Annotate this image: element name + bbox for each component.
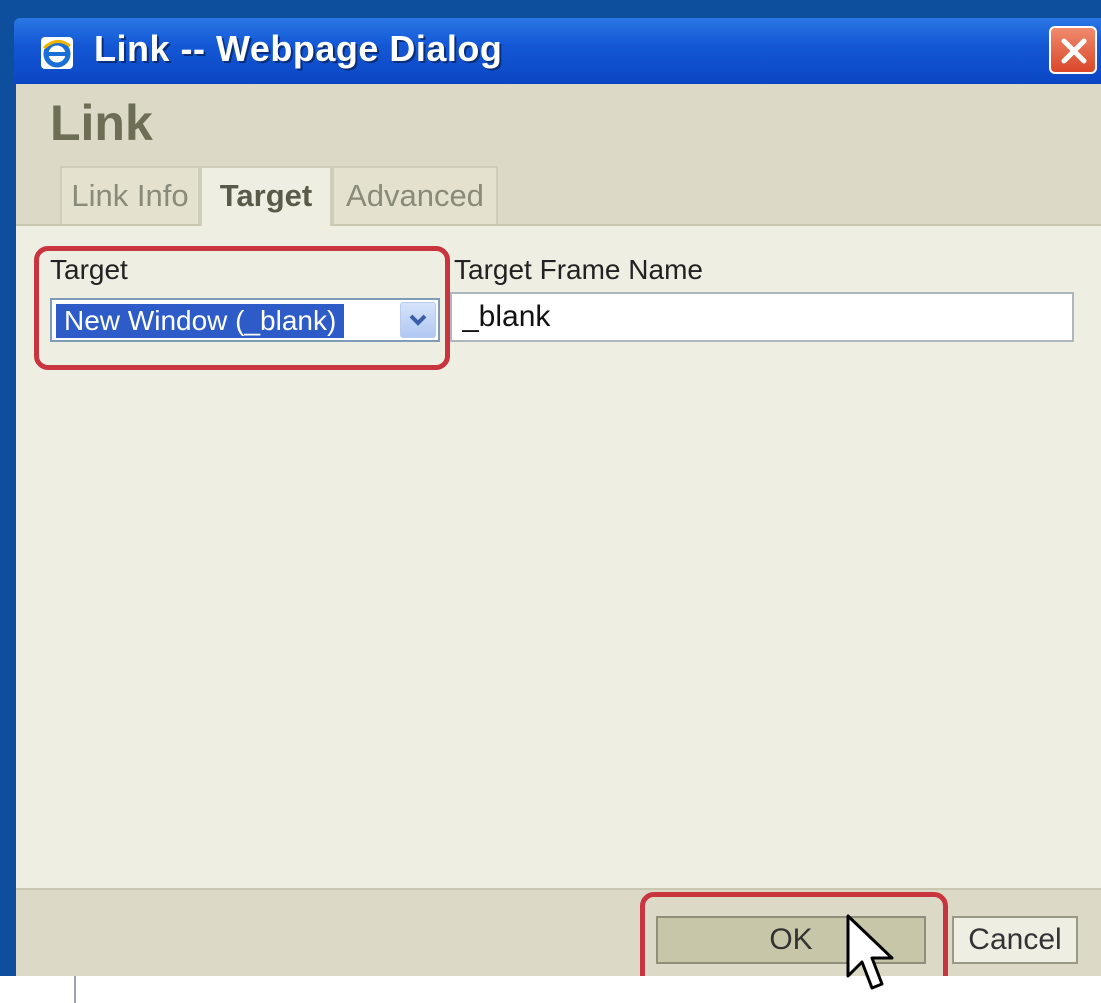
close-icon xyxy=(1061,38,1087,64)
target-panel: Target New Window (_blank) Target Frame … xyxy=(16,226,1101,886)
title-bar[interactable]: Link -- Webpage Dialog xyxy=(14,18,1101,84)
highlight-box-target xyxy=(34,246,450,370)
cancel-button[interactable]: Cancel xyxy=(952,916,1078,964)
dialog-heading: Link xyxy=(50,95,153,151)
frame-name-label: Target Frame Name xyxy=(454,254,703,285)
ie-icon xyxy=(40,36,74,70)
close-button[interactable] xyxy=(1049,26,1097,74)
tab-target[interactable]: Target xyxy=(200,166,332,226)
window-title: Link -- Webpage Dialog xyxy=(94,28,503,69)
frame-name-input[interactable] xyxy=(450,292,1074,342)
dialog-client: Link Link Info Target Advanced Target Ne… xyxy=(16,84,1101,978)
dialog-header: Link Link Info Target Advanced xyxy=(16,84,1101,226)
taskbar-strip xyxy=(0,976,1101,1003)
dialog-window: Link -- Webpage Dialog Link Link Info Ta… xyxy=(0,0,1101,1003)
tab-advanced[interactable]: Advanced xyxy=(332,166,498,224)
mouse-cursor-icon xyxy=(846,914,898,994)
tab-link-info[interactable]: Link Info xyxy=(60,166,200,224)
divider xyxy=(74,976,76,1003)
